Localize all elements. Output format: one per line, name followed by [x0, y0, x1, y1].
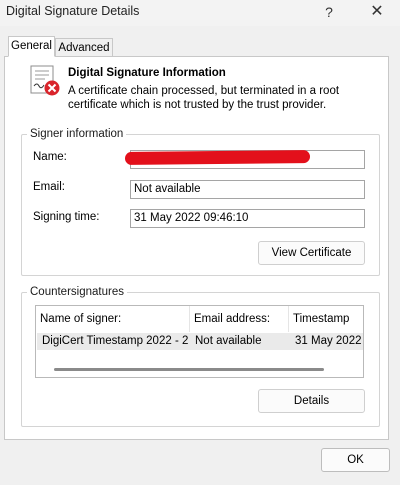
tab-advanced[interactable]: Advanced — [55, 38, 113, 58]
certificate-error-icon — [30, 65, 60, 96]
redaction-mark — [124, 150, 311, 165]
ok-button[interactable]: OK — [321, 448, 390, 472]
signing-time-field[interactable]: 31 May 2022 09:46:10 — [130, 209, 365, 228]
column-header-email[interactable]: Email address: — [190, 306, 289, 332]
name-label: Name: — [33, 151, 67, 163]
column-header-timestamp[interactable]: Timestamp — [289, 306, 363, 332]
horizontal-scrollbar[interactable] — [54, 368, 324, 371]
countersignatures-list[interactable]: Name of signer: Email address: Timestamp… — [35, 305, 364, 378]
signer-group-title: Signer information — [27, 128, 127, 140]
window-title: Digital Signature Details — [6, 4, 140, 18]
email-field[interactable]: Not available — [130, 180, 365, 199]
details-button[interactable]: Details — [258, 389, 365, 413]
table-cell: 31 May 2022 0 — [295, 335, 364, 347]
close-button[interactable]: ✕ — [365, 2, 389, 22]
info-message: A certificate chain processed, but termi… — [68, 85, 340, 111]
email-label: Email: — [33, 181, 65, 193]
title-bar: Digital Signature Details ? ✕ — [0, 0, 400, 26]
countersignatures-group-title: Countersignatures — [27, 286, 127, 298]
table-cell: Not available — [195, 335, 262, 347]
tab-general[interactable]: General — [8, 36, 55, 57]
signing-time-label: Signing time: — [33, 211, 100, 223]
info-heading: Digital Signature Information — [68, 67, 226, 79]
column-header-name[interactable]: Name of signer: — [36, 306, 190, 332]
table-cell: DigiCert Timestamp 2022 - 2 — [42, 335, 189, 347]
help-button[interactable]: ? — [318, 2, 340, 22]
view-certificate-button[interactable]: View Certificate — [258, 241, 365, 265]
